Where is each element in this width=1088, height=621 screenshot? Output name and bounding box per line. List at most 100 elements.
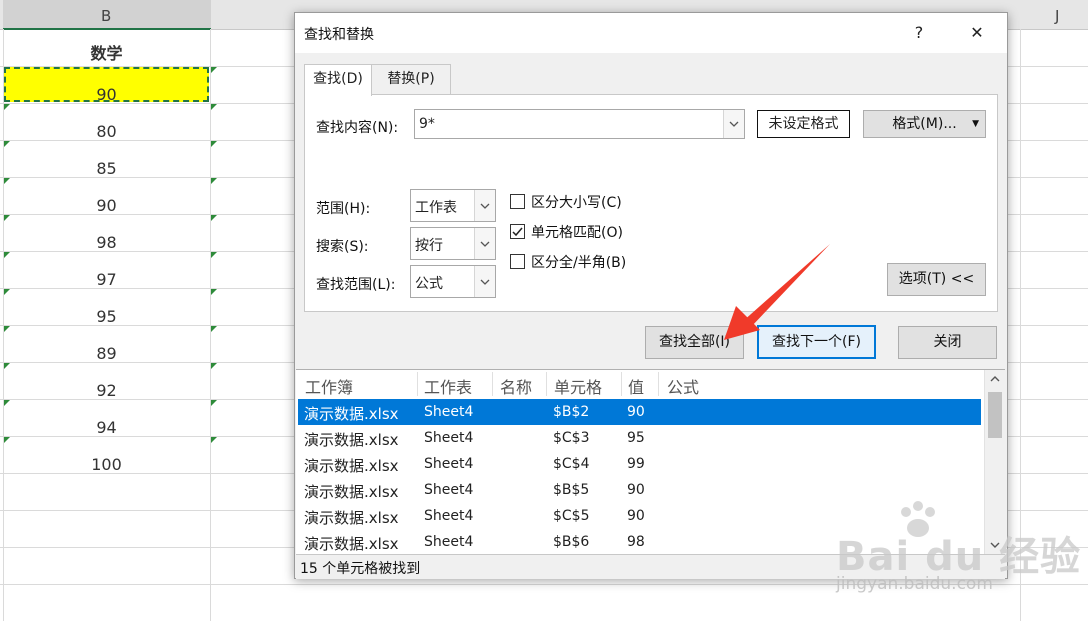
cell-value[interactable]: 92	[3, 381, 210, 400]
error-indicator-icon	[211, 141, 217, 147]
format-preview: 未设定格式	[757, 110, 850, 138]
result-row[interactable]: 演示数据.xlsx Sheet4 $B$5 90	[298, 477, 981, 503]
error-indicator-icon	[211, 400, 217, 406]
scroll-thumb[interactable]	[988, 392, 1002, 438]
cell-value[interactable]: 85	[3, 159, 210, 178]
chevron-down-icon[interactable]	[474, 228, 495, 259]
close-button[interactable]: 关闭	[898, 326, 997, 359]
error-indicator-icon	[211, 252, 217, 258]
results-header-formula[interactable]: 公式	[667, 374, 699, 398]
result-workbook: 演示数据.xlsx	[304, 405, 399, 423]
result-cell: $C$3	[553, 430, 590, 446]
results-header-name[interactable]: 名称	[500, 374, 532, 398]
find-options-panel: 查找内容(N): 9* 未设定格式 格式(M)... ▼ 范围(H): 工作表 …	[304, 94, 998, 312]
result-sheet: Sheet4	[424, 534, 474, 550]
close-icon[interactable]: ✕	[962, 21, 992, 45]
column-header-b[interactable]: B	[3, 0, 211, 30]
result-value: 90	[627, 482, 645, 498]
result-workbook: 演示数据.xlsx	[304, 483, 399, 501]
cell-value[interactable]: 80	[3, 122, 210, 141]
result-row[interactable]: 演示数据.xlsx Sheet4 $C$3 95	[298, 425, 981, 451]
match-case-checkbox[interactable]	[510, 194, 525, 209]
cell-value[interactable]: 90	[3, 196, 210, 215]
error-indicator-icon	[4, 326, 10, 332]
result-row[interactable]: 演示数据.xlsx Sheet4 $B$2 90	[298, 399, 981, 425]
results-header-value[interactable]: 值	[628, 374, 644, 398]
column-title-math[interactable]: 数学	[3, 40, 210, 64]
find-what-input[interactable]: 9*	[414, 109, 745, 139]
result-cell: $B$5	[553, 482, 590, 498]
look-in-select[interactable]: 公式	[410, 265, 496, 298]
cell-value[interactable]: 98	[3, 233, 210, 252]
match-entire-cell-label: 单元格匹配(O)	[531, 225, 623, 241]
error-indicator-icon	[211, 326, 217, 332]
results-header-workbook[interactable]: 工作簿	[305, 374, 353, 398]
scope-value: 工作表	[415, 200, 457, 216]
result-sheet: Sheet4	[424, 456, 474, 472]
result-sheet: Sheet4	[424, 430, 474, 446]
scope-label: 范围(H):	[316, 201, 371, 217]
result-row[interactable]: 演示数据.xlsx Sheet4 $C$4 99	[298, 451, 981, 477]
options-button[interactable]: 选项(T) <<	[887, 263, 986, 296]
cell-value[interactable]: 95	[3, 307, 210, 326]
result-workbook: 演示数据.xlsx	[304, 535, 399, 553]
search-order-select[interactable]: 按行	[410, 227, 496, 260]
match-width-label: 区分全/半角(B)	[531, 255, 627, 271]
error-indicator-icon	[4, 104, 10, 110]
look-in-label: 查找范围(L):	[316, 277, 396, 293]
match-width-checkbox[interactable]	[510, 254, 525, 269]
column-header-j-label: J	[1055, 7, 1060, 25]
dialog-titlebar[interactable]: 查找和替换 ? ✕	[295, 13, 1007, 53]
chevron-down-icon[interactable]	[723, 110, 744, 138]
error-indicator-icon	[4, 215, 10, 221]
match-entire-cell-checkbox[interactable]	[510, 224, 525, 239]
cell-value[interactable]: 100	[3, 455, 210, 474]
result-workbook: 演示数据.xlsx	[304, 509, 399, 527]
error-indicator-icon	[211, 215, 217, 221]
scroll-up-icon	[990, 376, 1000, 382]
column-header-b-label: B	[101, 7, 112, 25]
find-replace-dialog: 查找和替换 ? ✕ 查找(D) 替换(P) 查找内容(N): 9* 未设定格式 …	[294, 12, 1008, 579]
results-header-cell[interactable]: 单元格	[554, 374, 602, 398]
cell-value[interactable]: 90	[3, 85, 210, 104]
tab-replace[interactable]: 替换(P)	[371, 64, 451, 95]
result-cell: $B$6	[553, 534, 590, 550]
result-cell: $B$2	[553, 404, 590, 420]
error-indicator-icon	[211, 104, 217, 110]
result-workbook: 演示数据.xlsx	[304, 431, 399, 449]
result-sheet: Sheet4	[424, 482, 474, 498]
error-indicator-icon	[4, 400, 10, 406]
result-workbook: 演示数据.xlsx	[304, 457, 399, 475]
chevron-down-icon[interactable]	[474, 266, 495, 297]
dropdown-arrow-icon: ▼	[972, 119, 979, 129]
find-what-value: 9*	[419, 116, 435, 132]
find-what-label: 查找内容(N):	[316, 120, 399, 136]
dialog-title: 查找和替换	[304, 27, 374, 43]
cell-value[interactable]: 94	[3, 418, 210, 437]
search-order-value: 按行	[415, 238, 443, 254]
error-indicator-icon	[211, 437, 217, 443]
result-value: 95	[627, 430, 645, 446]
result-value: 99	[627, 456, 645, 472]
error-indicator-icon	[4, 437, 10, 443]
error-indicator-icon	[4, 141, 10, 147]
chevron-down-icon[interactable]	[474, 190, 495, 221]
error-indicator-icon	[4, 363, 10, 369]
result-cell: $C$4	[553, 456, 590, 472]
error-indicator-icon	[211, 178, 217, 184]
scope-select[interactable]: 工作表	[410, 189, 496, 222]
results-count: 15 个单元格被找到	[300, 561, 421, 577]
error-indicator-icon	[4, 252, 10, 258]
search-order-label: 搜索(S):	[316, 239, 369, 255]
look-in-value: 公式	[415, 276, 443, 292]
format-button[interactable]: 格式(M)... ▼	[863, 110, 986, 138]
checkmark-icon	[512, 227, 523, 237]
error-indicator-icon	[211, 289, 217, 295]
tab-find[interactable]: 查找(D)	[304, 64, 372, 96]
cell-value[interactable]: 97	[3, 270, 210, 289]
paw-logo-icon	[901, 501, 935, 537]
result-value: 98	[627, 534, 645, 550]
results-header-sheet[interactable]: 工作表	[424, 374, 472, 398]
help-button[interactable]: ?	[904, 21, 934, 45]
cell-value[interactable]: 89	[3, 344, 210, 363]
